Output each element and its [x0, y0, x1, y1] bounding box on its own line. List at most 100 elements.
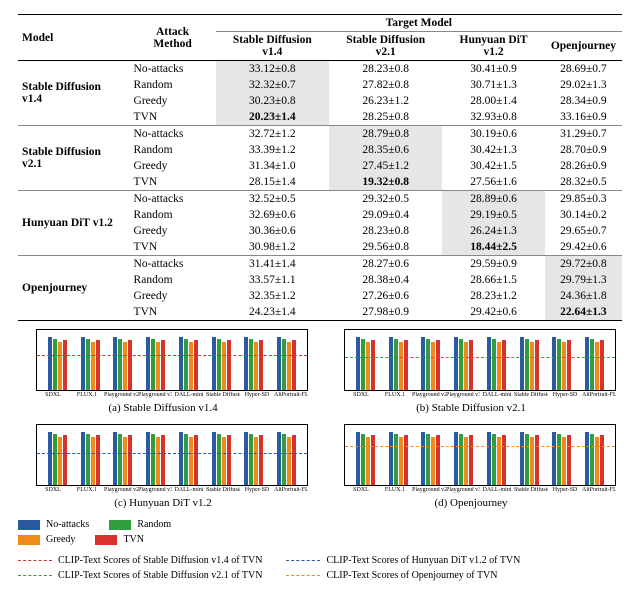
- bar: [63, 340, 67, 390]
- bar: [212, 432, 216, 485]
- bar: [389, 337, 393, 390]
- bar: [292, 340, 296, 390]
- header-col-2: Hunyuan DiT v1.2: [442, 32, 544, 61]
- bar: [394, 434, 398, 485]
- bar-group: [205, 337, 238, 390]
- bar: [469, 340, 473, 390]
- bar: [277, 432, 281, 485]
- header-attack: Attack Method: [130, 15, 216, 61]
- chart-area: [344, 329, 616, 391]
- bar: [520, 432, 524, 485]
- bar-group: [349, 432, 382, 485]
- bar: [184, 434, 188, 485]
- model-label: Stable Diffusion v2.1: [18, 126, 130, 191]
- x-labels: SDXLFLUX.1Playground v2.5Playground v3DA…: [36, 487, 308, 493]
- result-cell: 28.26±0.9: [545, 158, 622, 174]
- result-cell: 29.02±1.3: [545, 77, 622, 93]
- bar-group: [238, 337, 271, 390]
- bar: [161, 435, 165, 485]
- bar: [492, 339, 496, 390]
- bar: [585, 337, 589, 390]
- bar: [189, 437, 193, 485]
- model-label: Hunyuan DiT v1.2: [18, 191, 130, 256]
- legend-line: CLIP-Text Scores of Stable Diffusion v2.…: [18, 570, 262, 581]
- bar: [282, 339, 286, 390]
- attack-method: Greedy: [130, 158, 216, 174]
- result-cell: 29.59±0.9: [442, 256, 544, 273]
- bar: [436, 435, 440, 485]
- attack-method: TVN: [130, 239, 216, 256]
- bar: [454, 432, 458, 485]
- result-cell: 33.57±1.1: [216, 272, 329, 288]
- bar: [86, 339, 90, 390]
- result-cell: 32.72±1.2: [216, 126, 329, 143]
- legend-line: CLIP-Text Scores of Stable Diffusion v1.…: [18, 555, 262, 566]
- result-cell: 28.69±0.7: [545, 61, 622, 78]
- bar: [520, 337, 524, 390]
- bar: [436, 340, 440, 390]
- attack-method: No-attacks: [130, 61, 216, 78]
- attack-method: TVN: [130, 109, 216, 126]
- bar: [356, 432, 360, 485]
- result-cell: 30.23±0.8: [216, 93, 329, 109]
- bar: [113, 337, 117, 390]
- bar: [179, 432, 183, 485]
- result-cell: 28.23±0.8: [329, 61, 442, 78]
- bar-group: [238, 432, 271, 485]
- bar: [217, 339, 221, 390]
- header-col-0: Stable Diffusion v1.4: [216, 32, 329, 61]
- bar-group: [513, 337, 546, 390]
- bar: [244, 432, 248, 485]
- result-cell: 19.32±0.8: [329, 174, 442, 191]
- bar: [128, 435, 132, 485]
- bar: [58, 437, 62, 485]
- bar-group: [205, 432, 238, 485]
- bar: [492, 434, 496, 485]
- attack-method: TVN: [130, 304, 216, 321]
- result-cell: 32.93±0.8: [442, 109, 544, 126]
- bar: [254, 342, 258, 390]
- bar-group: [415, 337, 448, 390]
- bar: [123, 342, 127, 390]
- result-cell: 32.52±0.5: [216, 191, 329, 208]
- bar: [371, 340, 375, 390]
- bar: [81, 337, 85, 390]
- legend-line: CLIP-Text Scores of Hunyuan DiT v1.2 of …: [286, 555, 520, 566]
- chart-caption: (d) Openjourney: [326, 497, 616, 509]
- bar: [431, 342, 435, 390]
- bar: [426, 434, 430, 485]
- header-model: Model: [18, 15, 130, 61]
- bar: [123, 437, 127, 485]
- result-cell: 28.89±0.6: [442, 191, 544, 208]
- result-cell: 31.29±0.7: [545, 126, 622, 143]
- bar-group: [480, 432, 513, 485]
- result-cell: 26.24±1.3: [442, 223, 544, 239]
- result-cell: 29.56±0.8: [329, 239, 442, 256]
- bar: [426, 339, 430, 390]
- chart-caption: (c) Hunyuan DiT v1.2: [18, 497, 308, 509]
- bar: [287, 437, 291, 485]
- bar-group: [107, 337, 140, 390]
- results-table: Model Attack Method Target Model Stable …: [18, 14, 622, 321]
- model-label: Stable Diffusion v1.4: [18, 61, 130, 126]
- result-cell: 28.25±0.8: [329, 109, 442, 126]
- chart: CLIP-Text ScoresSDXLFLUX.1Playground v2.…: [326, 329, 616, 414]
- bar: [454, 337, 458, 390]
- chart-caption: (b) Stable Diffusion v2.1: [326, 402, 616, 414]
- bar-group: [382, 432, 415, 485]
- dashed-line-icon: [286, 575, 320, 576]
- bar: [53, 339, 57, 390]
- bar: [53, 434, 57, 485]
- result-cell: 18.44±2.5: [442, 239, 544, 256]
- bar: [156, 437, 160, 485]
- bar: [535, 340, 539, 390]
- swatch-icon: [18, 520, 40, 530]
- dashed-line-icon: [18, 560, 52, 561]
- bar: [557, 434, 561, 485]
- bar-group: [447, 337, 480, 390]
- bar: [525, 339, 529, 390]
- chart: CLIP-Text ScoresSDXLFLUX.1Playground v2.…: [18, 329, 308, 414]
- bar: [562, 342, 566, 390]
- bar: [600, 340, 604, 390]
- result-cell: 30.14±0.2: [545, 207, 622, 223]
